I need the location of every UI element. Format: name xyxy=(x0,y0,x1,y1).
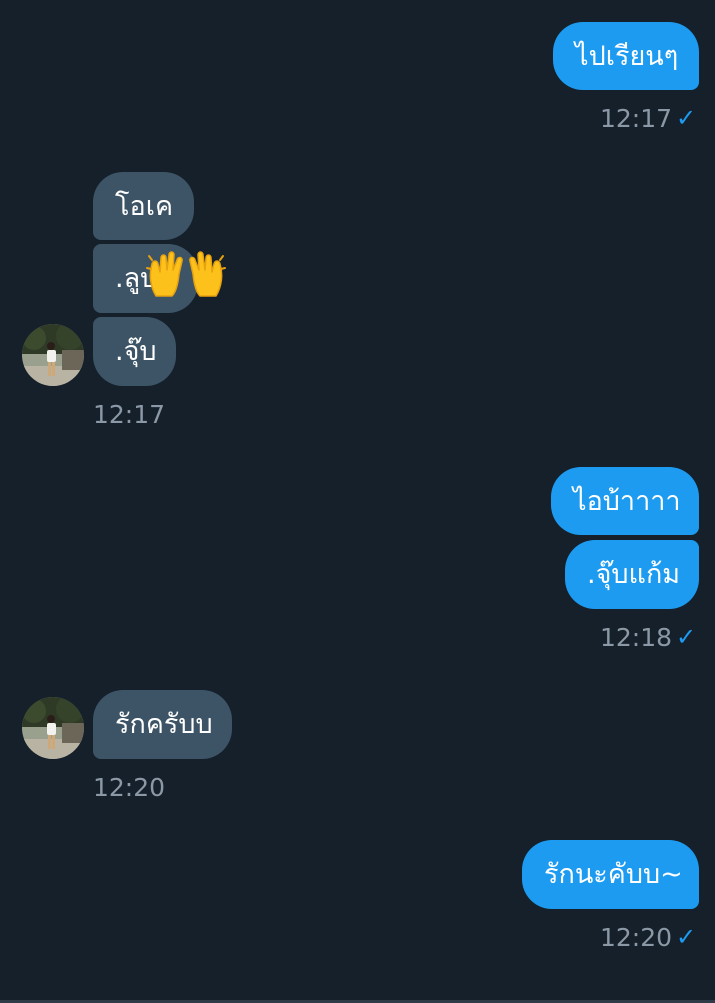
raising-hands-emoji xyxy=(146,251,226,297)
check-icon: ✓ xyxy=(676,623,697,651)
message-text: รักนะคับบ~ xyxy=(544,859,683,890)
avatar[interactable] xyxy=(22,697,84,759)
message-text: ไปเรียนๆ xyxy=(575,40,679,72)
avatar[interactable] xyxy=(22,324,84,386)
avatar-photo xyxy=(22,697,84,759)
message-text: รักครับบ xyxy=(115,709,213,740)
message-timestamp: 12:18 xyxy=(600,623,673,652)
message-bubble-outgoing[interactable]: ไปเรียนๆ xyxy=(553,22,699,90)
message-timestamp: 12:17 xyxy=(600,104,673,133)
message-text: .จุ๊บ xyxy=(115,336,157,367)
message-bubble-outgoing[interactable]: .จุ๊บแก้ม xyxy=(565,540,699,609)
message-timestamp: 12:20 xyxy=(93,773,166,802)
message-bubble-incoming[interactable]: รักครับบ xyxy=(93,690,232,759)
message-bubble-outgoing[interactable]: รักนะคับบ~ xyxy=(522,840,699,909)
message-text: โอเค xyxy=(115,190,174,222)
message-text: ไอบ้าาาา xyxy=(573,485,681,517)
message-bubble-incoming[interactable]: โอเค xyxy=(93,172,194,240)
message-bubble-outgoing[interactable]: ไอบ้าาาา xyxy=(551,467,699,535)
message-timestamp: 12:20 xyxy=(600,923,673,952)
message-bubble-incoming[interactable]: .จุ๊บ xyxy=(93,317,176,386)
check-icon: ✓ xyxy=(676,923,697,951)
message-text: .จุ๊บแก้ม xyxy=(587,559,681,590)
check-icon: ✓ xyxy=(676,104,697,132)
message-timestamp: 12:17 xyxy=(93,400,166,429)
avatar-photo xyxy=(22,324,84,386)
